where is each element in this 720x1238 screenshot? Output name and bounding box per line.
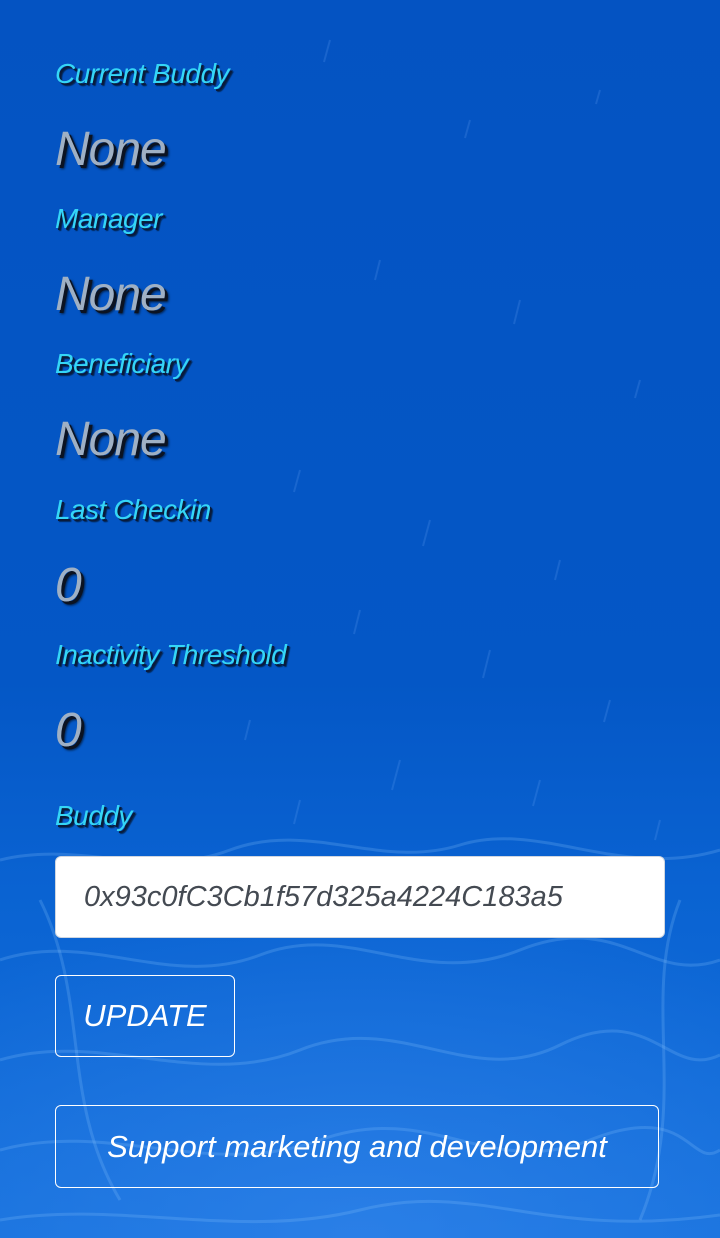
beneficiary-label: Beneficiary bbox=[55, 348, 189, 379]
support-marketing-button[interactable]: Support marketing and development bbox=[55, 1105, 659, 1188]
inactivity-threshold-label: Inactivity Threshold bbox=[55, 639, 287, 670]
manager-value: None bbox=[55, 268, 167, 321]
manager-label: Manager bbox=[55, 203, 163, 234]
last-checkin-label: Last Checkin bbox=[55, 494, 211, 525]
last-checkin-value: 0 bbox=[55, 559, 82, 612]
buddy-label: Buddy bbox=[55, 800, 132, 831]
current-buddy-value: None bbox=[55, 123, 167, 176]
update-button[interactable]: UPDATE bbox=[55, 975, 235, 1057]
current-buddy-label: Current Buddy bbox=[55, 58, 230, 89]
beneficiary-value: None bbox=[55, 413, 167, 466]
inactivity-threshold-value: 0 bbox=[55, 704, 82, 757]
buddy-address-input[interactable] bbox=[55, 856, 665, 938]
